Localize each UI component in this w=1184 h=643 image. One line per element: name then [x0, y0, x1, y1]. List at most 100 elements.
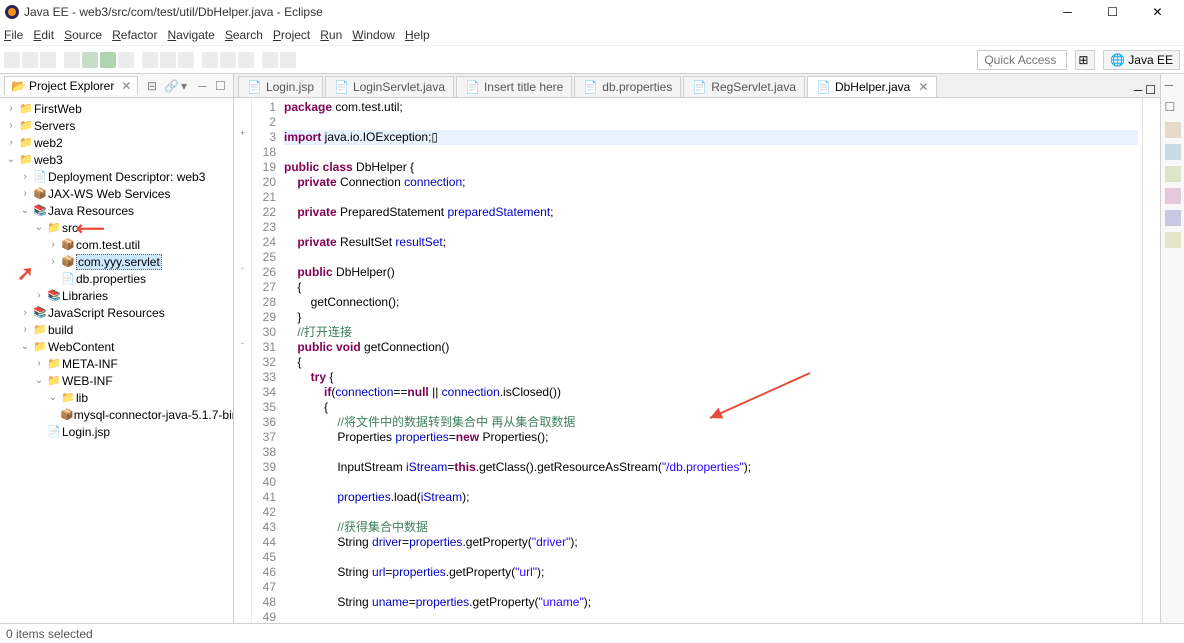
menu-project[interactable]: Project: [273, 28, 310, 42]
quick-access-input[interactable]: [977, 50, 1067, 70]
servers-icon[interactable]: [1165, 166, 1181, 182]
build-button[interactable]: [64, 52, 80, 68]
open-type-button[interactable]: [202, 52, 218, 68]
menu-navigate[interactable]: Navigate: [167, 28, 214, 42]
editor-tab[interactable]: 📄LoginServlet.java: [325, 76, 454, 97]
maximize-button[interactable]: ☐: [1090, 1, 1135, 23]
open-perspective-button[interactable]: ⊞: [1075, 50, 1095, 70]
menu-help[interactable]: Help: [405, 28, 430, 42]
tree-twisty-icon[interactable]: ›: [46, 256, 60, 267]
data-source-icon[interactable]: [1165, 188, 1181, 204]
tree-twisty-icon[interactable]: ›: [18, 171, 32, 182]
tree-item[interactable]: ›📚JavaScript Resources: [0, 304, 233, 321]
outline-icon[interactable]: [1165, 122, 1181, 138]
run-button[interactable]: [100, 52, 116, 68]
tree-item[interactable]: ⌄📁WEB-INF: [0, 372, 233, 389]
markers-icon[interactable]: [1165, 232, 1181, 248]
new-button[interactable]: [4, 52, 20, 68]
save-all-button[interactable]: [40, 52, 56, 68]
tree-twisty-icon[interactable]: ›: [18, 307, 32, 318]
save-button[interactable]: [22, 52, 38, 68]
tree-twisty-icon[interactable]: ›: [4, 120, 18, 131]
tree-item[interactable]: ›📁FirstWeb: [0, 100, 233, 117]
run-last-button[interactable]: [118, 52, 134, 68]
tree-item[interactable]: ›📁Servers: [0, 117, 233, 134]
link-editor-icon[interactable]: 🔗: [164, 79, 178, 93]
debug-button[interactable]: [82, 52, 98, 68]
minimize-icon[interactable]: ─: [1165, 78, 1181, 94]
maximize-editor-icon[interactable]: ☐: [1145, 83, 1156, 97]
menu-refactor[interactable]: Refactor: [112, 28, 157, 42]
annotation-button[interactable]: [238, 52, 254, 68]
editor-tab[interactable]: 📄db.properties: [574, 76, 681, 97]
menu-window[interactable]: Window: [352, 28, 395, 42]
forward-button[interactable]: [280, 52, 296, 68]
tree-item[interactable]: ⌄📁src: [0, 219, 233, 236]
code-editor[interactable]: package com.test.util; import java.io.IO…: [280, 98, 1142, 623]
new-server-button[interactable]: [142, 52, 158, 68]
marker-gutter[interactable]: +--: [234, 98, 252, 623]
tree-item[interactable]: ›📚Libraries: [0, 287, 233, 304]
minimize-editor-icon[interactable]: ─: [1134, 83, 1143, 97]
maximize-view-icon[interactable]: ☐: [215, 79, 229, 93]
tree-twisty-icon[interactable]: ⌄: [32, 222, 46, 233]
tree-twisty-icon[interactable]: ›: [32, 358, 46, 369]
tree-item-label: web2: [34, 136, 63, 150]
tree-twisty-icon[interactable]: ›: [18, 188, 32, 199]
tree-twisty-icon[interactable]: ›: [4, 137, 18, 148]
overview-ruler[interactable]: [1142, 98, 1160, 623]
view-menu-icon[interactable]: ▾: [181, 79, 195, 93]
tree-item[interactable]: 📄Login.jsp: [0, 423, 233, 440]
close-button[interactable]: ✕: [1135, 1, 1180, 23]
tree-item[interactable]: ⌄📚Java Resources: [0, 202, 233, 219]
tree-twisty-icon[interactable]: ⌄: [46, 392, 60, 403]
collapse-all-icon[interactable]: ⊟: [147, 79, 161, 93]
tree-item[interactable]: ›📦com.test.util: [0, 236, 233, 253]
editor-tab[interactable]: 📄Insert title here: [456, 76, 572, 97]
project-explorer-tab[interactable]: 📂 Project Explorer ✕: [4, 76, 138, 95]
new-class-button[interactable]: [178, 52, 194, 68]
tree-item[interactable]: ›📁web2: [0, 134, 233, 151]
tree-item[interactable]: ›📦com.yyy.servlet: [0, 253, 233, 270]
minimize-view-icon[interactable]: ─: [198, 79, 212, 93]
restore-icon[interactable]: ☐: [1165, 100, 1181, 116]
menu-source[interactable]: Source: [64, 28, 102, 42]
editor-tab[interactable]: 📄Login.jsp: [238, 76, 323, 97]
back-button[interactable]: [262, 52, 278, 68]
tree-twisty-icon[interactable]: ›: [46, 239, 60, 250]
tree-twisty-icon[interactable]: ⌄: [32, 375, 46, 386]
menu-search[interactable]: Search: [225, 28, 263, 42]
tree-item[interactable]: ⌄📁WebContent: [0, 338, 233, 355]
line-number-gutter[interactable]: 1231819202122232425262728293031323334353…: [252, 98, 280, 623]
tree-item[interactable]: ›📁META-INF: [0, 355, 233, 372]
tree-node-icon: 📁: [18, 153, 34, 167]
task-list-icon[interactable]: [1165, 144, 1181, 160]
tree-twisty-icon[interactable]: ⌄: [18, 205, 32, 216]
editor-tab[interactable]: 📄DbHelper.java✕: [807, 76, 937, 97]
tab-label: RegServlet.java: [711, 80, 796, 94]
tree-item[interactable]: ›📄Deployment Descriptor: web3: [0, 168, 233, 185]
tree-twisty-icon[interactable]: ⌄: [4, 154, 18, 165]
editor-tab[interactable]: 📄RegServlet.java: [683, 76, 805, 97]
tree-twisty-icon[interactable]: ›: [4, 103, 18, 114]
tree-item[interactable]: 📦mysql-connector-java-5.1.7-bin.ja: [0, 406, 233, 423]
new-package-button[interactable]: [160, 52, 176, 68]
tree-item[interactable]: ⌄📁web3: [0, 151, 233, 168]
perspective-javaee[interactable]: 🌐 Java EE: [1103, 50, 1180, 70]
tree-twisty-icon[interactable]: ⌄: [18, 341, 32, 352]
tree-twisty-icon[interactable]: ›: [18, 324, 32, 335]
tree-item[interactable]: ›📦JAX-WS Web Services: [0, 185, 233, 202]
menu-edit[interactable]: Edit: [33, 28, 54, 42]
close-view-icon[interactable]: ✕: [121, 79, 131, 93]
minimize-button[interactable]: ─: [1045, 1, 1090, 23]
menu-run[interactable]: Run: [320, 28, 342, 42]
search-button[interactable]: [220, 52, 236, 68]
tree-item[interactable]: 📄db.properties: [0, 270, 233, 287]
snippets-icon[interactable]: [1165, 210, 1181, 226]
tree-twisty-icon[interactable]: ›: [32, 290, 46, 301]
project-tree[interactable]: ⟵ ➚ ›📁FirstWeb›📁Servers›📁web2⌄📁web3›📄Dep…: [0, 98, 233, 623]
tree-item[interactable]: ›📁build: [0, 321, 233, 338]
menu-file[interactable]: File: [4, 28, 23, 42]
close-tab-icon[interactable]: ✕: [918, 80, 928, 94]
tree-item[interactable]: ⌄📁lib: [0, 389, 233, 406]
